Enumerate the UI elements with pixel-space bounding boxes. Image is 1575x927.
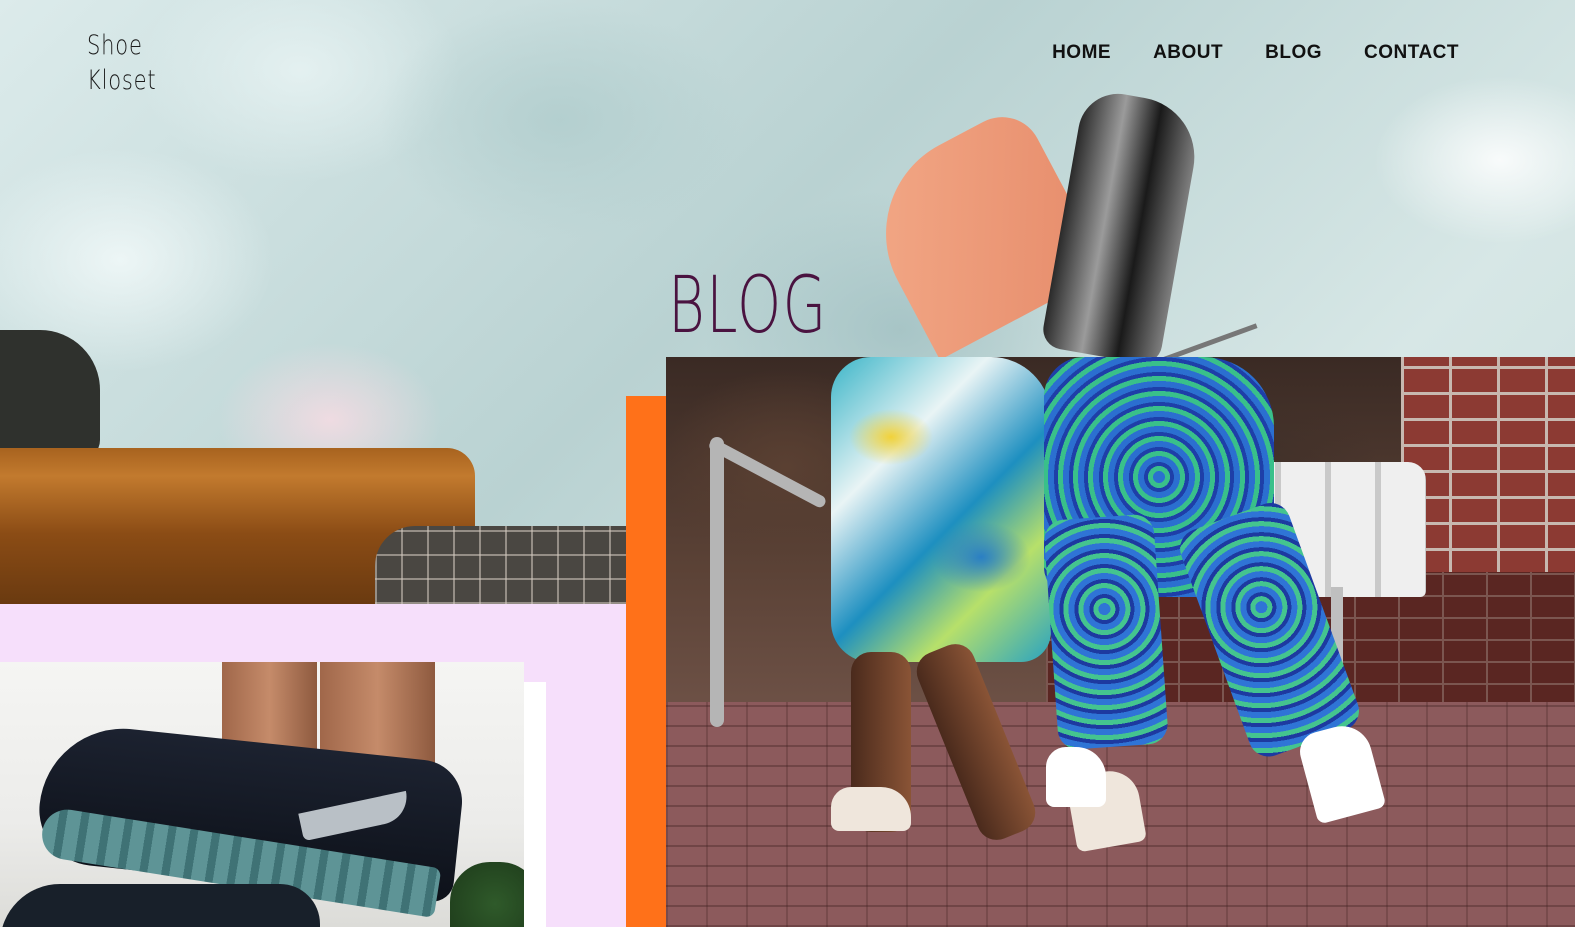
nav-contact-link[interactable]: CONTACT [1364, 42, 1459, 64]
nav-blog-link[interactable]: BLOG [1265, 42, 1322, 64]
page-title: BLOG [668, 261, 828, 351]
logo-line-1: Shoe [87, 30, 143, 61]
logo-line-2: Kloset [87, 65, 157, 96]
nav-about-link[interactable]: ABOUT [1153, 42, 1223, 64]
blog-feature-photo[interactable] [666, 357, 1575, 927]
grass-background [450, 862, 524, 927]
photo-person2-pants [1043, 513, 1169, 751]
sneaker-photo [0, 662, 524, 927]
second-sneaker [0, 884, 320, 927]
site-logo[interactable]: Shoe Kloset [87, 28, 156, 98]
photo-heel-shoe [1046, 747, 1106, 807]
photo-heel-shoe [831, 787, 911, 831]
nav-home-link[interactable]: HOME [1052, 42, 1111, 64]
main-nav: HOME ABOUT BLOG CONTACT [1052, 42, 1459, 64]
plaid-fabric-image [375, 526, 627, 604]
white-accent-strip [524, 682, 546, 927]
photo-handrail [710, 437, 724, 727]
photo-person-floral-dress [831, 357, 1051, 662]
orange-accent-bar [626, 396, 666, 927]
couch-cushion-image [0, 330, 100, 460]
